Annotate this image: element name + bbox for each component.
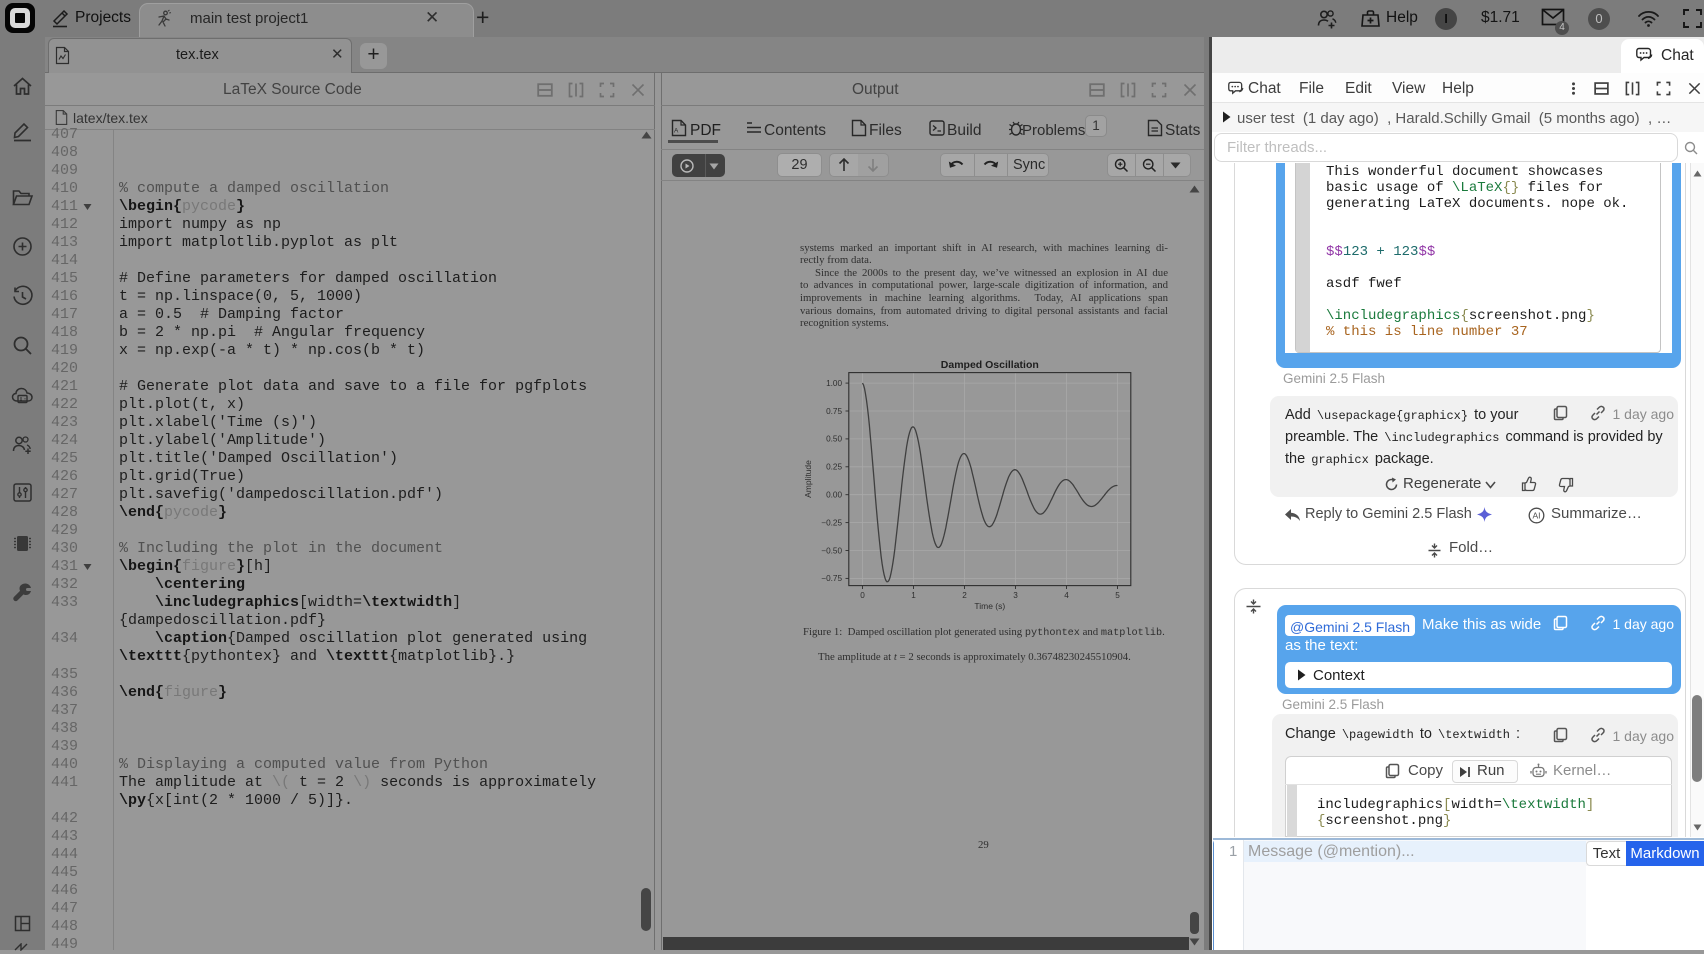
svg-text:0.50: 0.50 <box>826 435 842 444</box>
svg-text:0.25: 0.25 <box>826 463 842 472</box>
svg-text:1.00: 1.00 <box>826 379 842 388</box>
svg-text:2: 2 <box>962 591 967 600</box>
svg-text:5: 5 <box>1115 591 1120 600</box>
svg-text:−0.50: −0.50 <box>821 546 842 555</box>
svg-text:0.00: 0.00 <box>826 491 842 500</box>
svg-text:−0.75: −0.75 <box>821 574 842 583</box>
svg-text:Damped Oscillation: Damped Oscillation <box>941 359 1039 371</box>
svg-text:A: A <box>674 128 679 135</box>
svg-text:1: 1 <box>911 591 916 600</box>
svg-text:−0.25: −0.25 <box>821 518 842 527</box>
svg-text:4: 4 <box>1064 591 1069 600</box>
svg-text:Amplitude: Amplitude <box>803 460 813 498</box>
svg-text:Time (s): Time (s) <box>974 601 1005 611</box>
svg-text:0: 0 <box>860 591 865 600</box>
svg-text:0.75: 0.75 <box>826 407 842 416</box>
svg-text:AI: AI <box>1532 511 1540 521</box>
svg-text:3: 3 <box>1013 591 1018 600</box>
